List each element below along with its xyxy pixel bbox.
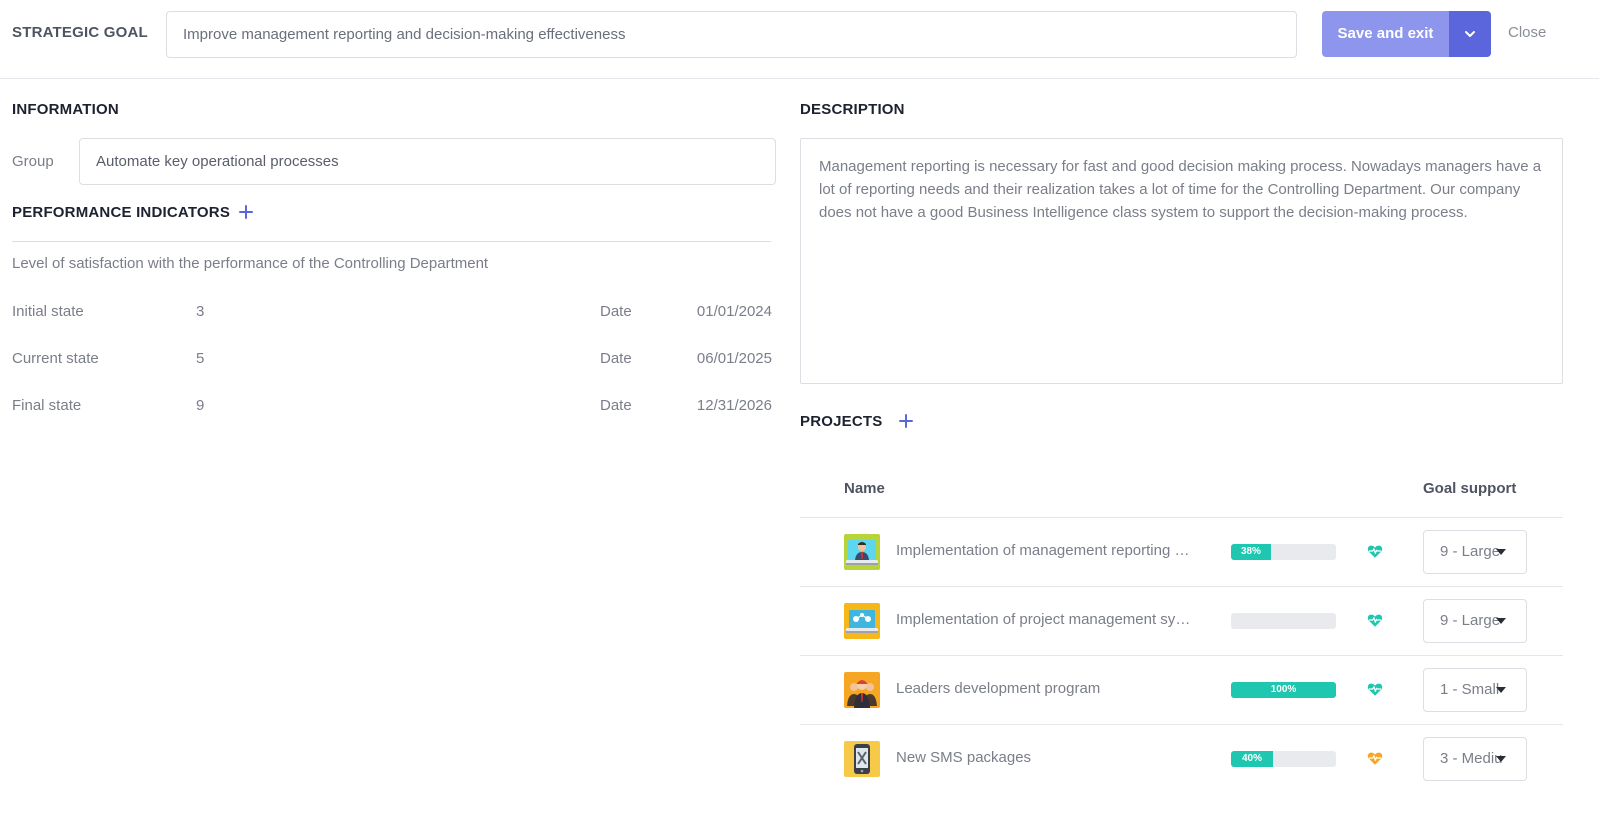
goal-support-select[interactable]: 9 - Large [1423,530,1527,574]
add-performance-indicator-button[interactable] [236,202,256,222]
project-name[interactable]: Leaders development program [896,680,1192,697]
chevron-down-icon [1465,31,1475,37]
plus-icon [899,414,913,428]
indicator-row-initial: Initial state 3 Date 01/01/2024 [12,303,772,323]
column-header-name[interactable]: Name [844,480,885,497]
team-people-image [844,672,880,708]
heart-pulse-icon [1367,683,1383,696]
laptop-network-image [844,603,880,639]
group-label: Group [12,153,54,170]
goal-support-value: 3 - Medium [1440,750,1502,767]
progress-fill: 100% [1231,682,1336,698]
goal-support-select[interactable]: 3 - Medium [1423,737,1527,781]
date-value[interactable]: 06/01/2025 [697,350,772,367]
goal-support-value: 9 - Large [1440,543,1501,560]
information-title: INFORMATION [12,101,119,118]
state-value[interactable]: 5 [196,350,204,367]
project-name[interactable]: Implementation of management reporting s… [896,542,1192,559]
goal-support-value: 1 - Small [1440,681,1500,698]
progress-fill: 40% [1231,751,1273,767]
indicator-row-current: Current state 5 Date 06/01/2025 [12,350,772,370]
close-button[interactable]: Close [1508,24,1546,41]
project-row[interactable]: Implementation of project management sys… [800,586,1563,655]
column-header-goal-support[interactable]: Goal support [1423,480,1516,497]
description-title: DESCRIPTION [800,101,905,118]
divider [12,241,771,242]
date-value[interactable]: 01/01/2024 [697,303,772,320]
state-label: Initial state [12,303,84,320]
save-options-dropdown-button[interactable] [1449,11,1491,57]
date-value[interactable]: 12/31/2026 [697,397,772,414]
performance-indicators-title: PERFORMANCE INDICATORS [12,204,231,221]
description-textarea[interactable]: Management reporting is necessary for fa… [800,138,1563,384]
caret-down-icon [1496,549,1506,555]
strategic-goal-input[interactable]: Improve management reporting and decisio… [166,11,1297,58]
progress-bar [1231,613,1336,629]
state-value[interactable]: 3 [196,303,204,320]
state-label: Final state [12,397,82,414]
strategic-goal-label: STRATEGIC GOAL [12,24,148,41]
heart-pulse-icon [1367,545,1383,558]
project-row[interactable]: Leaders development program 100% 1 - Sma… [800,655,1563,724]
project-row[interactable]: New SMS packages 40% 3 - Medium [800,724,1563,793]
goal-support-select[interactable]: 9 - Large [1423,599,1527,643]
save-and-exit-button[interactable]: Save and exit [1322,11,1449,57]
progress-bar: 40% [1231,751,1336,767]
date-label: Date [600,397,632,414]
indicator-row-final: Final state 9 Date 12/31/2026 [12,397,772,417]
progress-bar: 38% [1231,544,1336,560]
goal-support-value: 9 - Large [1440,612,1501,629]
goal-support-select[interactable]: 1 - Small [1423,668,1527,712]
indicator-name[interactable]: Level of satisfaction with the performan… [12,255,488,272]
mobile-phone-image [844,741,880,777]
project-name[interactable]: Implementation of project management sys… [896,611,1192,628]
top-bar: STRATEGIC GOAL Improve management report… [0,0,1599,79]
presenter-laptop-image [844,534,880,570]
state-label: Current state [12,350,99,367]
project-row[interactable]: Implementation of management reporting s… [800,517,1563,586]
state-value[interactable]: 9 [196,397,204,414]
group-input[interactable]: Automate key operational processes [79,138,776,185]
heart-pulse-icon [1367,752,1383,765]
caret-down-icon [1496,756,1506,762]
progress-fill: 38% [1231,544,1271,560]
plus-icon [239,205,253,219]
caret-down-icon [1496,618,1506,624]
add-project-button[interactable] [896,411,916,431]
project-name[interactable]: New SMS packages [896,749,1192,766]
progress-bar: 100% [1231,682,1336,698]
caret-down-icon [1496,687,1506,693]
projects-title: PROJECTS [800,413,883,430]
date-label: Date [600,350,632,367]
date-label: Date [600,303,632,320]
heart-pulse-icon [1367,614,1383,627]
